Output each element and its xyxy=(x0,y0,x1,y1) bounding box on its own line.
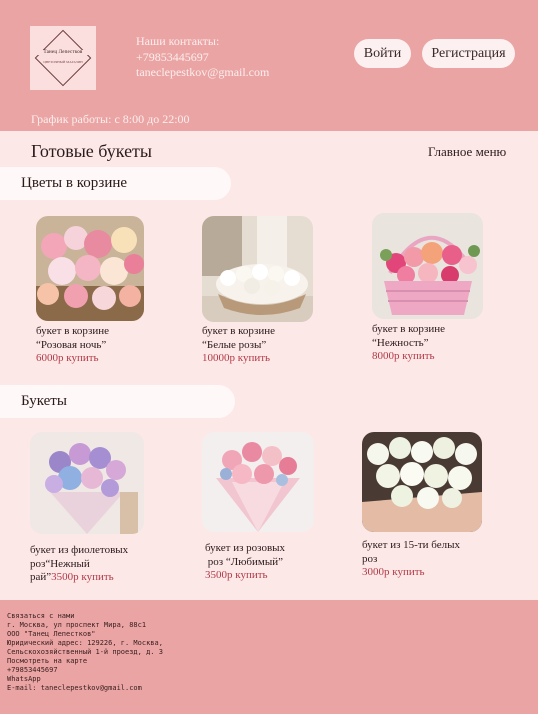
footer-company: ООО "Танец Лепестков" xyxy=(7,630,96,638)
product-price: 3000р xyxy=(362,566,390,578)
logo-subtitle: ЦВЕТОЧНЫЙ МАГАЗИН xyxy=(43,60,83,64)
footer-legal-address: Юридический адрес: 129226, г. Москва, xyxy=(7,639,163,647)
main-menu-link[interactable]: Главное меню xyxy=(428,144,506,160)
brand-logo[interactable]: Танец Лепестков ЦВЕТОЧНЫЙ МАГАЗИН xyxy=(30,26,96,90)
buy-link[interactable]: купить xyxy=(235,569,267,581)
product-caption: букет из фиолетовых роз“Нежный рай”3500р… xyxy=(30,544,128,585)
footer-email[interactable]: E-mail: taneclepestkov@gmail.com xyxy=(7,684,531,693)
contacts-label: Наши контакты: xyxy=(136,34,220,48)
bouquet-white-roses-icon xyxy=(362,432,482,532)
section-title-bouquets: Букеты xyxy=(0,385,235,418)
product-caption: букет из 15-ти белых роз 3000р купить xyxy=(362,539,460,580)
site-footer: Связаться с нами г. Москва, ул проспект … xyxy=(0,600,538,714)
product-caption: букет из розовых роз “Любимый” 3500р куп… xyxy=(205,542,285,583)
logo-diamond-icon xyxy=(34,29,92,87)
buy-link[interactable]: купить xyxy=(402,350,434,362)
product-price: 8000р xyxy=(372,350,400,362)
page-title: Готовые букеты xyxy=(31,141,153,161)
product-image[interactable] xyxy=(202,216,313,322)
product-image[interactable] xyxy=(30,432,144,534)
product-price: 10000р xyxy=(202,352,235,364)
section-title-baskets: Цветы в корзине xyxy=(0,167,231,200)
product-title: букет в корзине “Нежность” xyxy=(372,323,446,349)
product-title: букет из 15-ти белых роз xyxy=(362,539,460,565)
product-price: 3500р xyxy=(51,571,79,583)
product-caption: букет в корзине “Белые розы” 10000р купи… xyxy=(202,325,275,366)
contacts-phone[interactable]: +79853445697 xyxy=(136,50,269,66)
product-price: 6000р xyxy=(36,352,64,364)
product-image[interactable] xyxy=(202,432,314,532)
logo-name: Танец Лепестков xyxy=(30,50,96,55)
product-image[interactable] xyxy=(372,213,483,319)
product-caption: букет в корзине “Нежность” 8000р купить xyxy=(372,323,445,364)
contacts-email[interactable]: taneclepestkov@gmail.com xyxy=(136,65,269,81)
footer-legal-address-2: Сельскохозяйственный 1-й проезд, д. 3 xyxy=(7,648,163,656)
bouquet-purple-roses-icon xyxy=(30,432,144,534)
footer-phone[interactable]: +79853445697 xyxy=(7,666,531,675)
footer-address: г. Москва, ул проспект Мира, 88с1 xyxy=(7,621,147,629)
basket-pink-roses-icon xyxy=(36,216,144,321)
product-title: букет в корзине “Белые розы” xyxy=(202,325,276,351)
basket-tender-flowers-icon xyxy=(372,213,483,319)
basket-white-roses-icon xyxy=(202,216,313,322)
buy-link[interactable]: купить xyxy=(81,571,113,583)
product-title: букет из розовых роз “Любимый” xyxy=(205,542,286,568)
product-caption: букет в корзине “Розовая ночь” 6000р куп… xyxy=(36,325,109,366)
footer-contact-us[interactable]: Связаться с нами xyxy=(7,612,531,621)
product-title: букет в корзине “Розовая ночь” xyxy=(36,325,110,351)
login-button[interactable]: Войти xyxy=(354,39,411,68)
register-button[interactable]: Регистрация xyxy=(422,39,515,68)
footer-map-link[interactable]: Посмотреть на карте xyxy=(7,657,531,666)
buy-link[interactable]: купить xyxy=(238,352,270,364)
contacts-block: Наши контакты: +79853445697 taneclepestk… xyxy=(136,34,269,81)
buy-link[interactable]: купить xyxy=(392,566,424,578)
site-header: Танец Лепестков ЦВЕТОЧНЫЙ МАГАЗИН Наши к… xyxy=(0,0,538,131)
product-image[interactable] xyxy=(36,216,144,321)
product-price: 3500р xyxy=(205,569,233,581)
bouquet-pink-roses-icon xyxy=(202,432,314,532)
footer-whatsapp[interactable]: WhatsApp xyxy=(7,675,531,684)
buy-link[interactable]: купить xyxy=(66,352,98,364)
product-image[interactable] xyxy=(362,432,482,532)
work-schedule: График работы: с 8:00 до 22:00 xyxy=(31,112,190,126)
